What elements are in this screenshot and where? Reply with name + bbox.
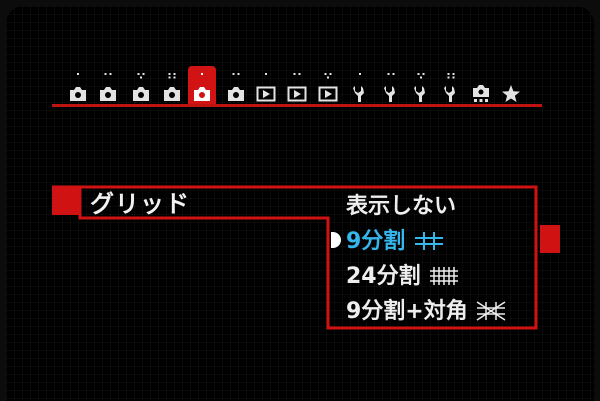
camera-icon [70, 73, 86, 101]
menu-tab-bar [0, 0, 600, 120]
camera-icon [228, 73, 244, 101]
grid-setting-label[interactable]: グリッド [90, 184, 190, 219]
setup-tab-2[interactable] [377, 72, 405, 106]
scroll-indicator [540, 225, 560, 253]
playback-icon [256, 73, 276, 102]
star-icon [502, 85, 520, 102]
grid-options-list: 表示しない 9分割 24分割 9分割+対角 [346, 188, 526, 328]
playback-tab-1[interactable] [252, 72, 280, 106]
playback-icon [287, 73, 307, 102]
tab-underline [52, 104, 542, 107]
option-label: 24分割 [346, 263, 421, 289]
shooting-tab-2[interactable] [94, 72, 122, 106]
camera-icon [164, 73, 180, 101]
wrench-icon [384, 73, 395, 102]
setting-item-marker [52, 187, 80, 215]
shooting-tab-3[interactable] [127, 72, 155, 106]
shooting-tab-4[interactable] [158, 72, 186, 106]
option-grid-9[interactable]: 9分割 [346, 223, 526, 258]
option-grid-diagonal[interactable]: 9分割+対角 [346, 293, 526, 328]
setup-tab-4[interactable] [437, 72, 465, 106]
playback-icon [318, 73, 338, 102]
grid-3x3-icon [414, 232, 443, 250]
option-label: 9分割 [346, 228, 406, 254]
wrench-icon [444, 73, 455, 102]
wrench-icon [353, 73, 364, 102]
camera-icon [194, 73, 210, 101]
option-grid-24[interactable]: 24分割 [346, 258, 526, 293]
camera-icon [100, 73, 116, 101]
option-label: 表示しない [346, 193, 457, 219]
my-menu-tab[interactable] [497, 72, 525, 106]
setup-tab-3[interactable] [407, 72, 435, 106]
playback-tab-3[interactable] [314, 72, 342, 106]
live-view-tab-1[interactable] [188, 66, 216, 106]
wrench-icon [414, 73, 425, 102]
grid-diagonal-icon [477, 301, 506, 321]
playback-tab-2[interactable] [283, 72, 311, 106]
live-view-tab-2[interactable] [222, 72, 250, 106]
option-label: 9分割+対角 [346, 298, 468, 324]
shooting-tab-1[interactable] [64, 72, 92, 106]
custom-camera-icon [473, 85, 489, 102]
custom-function-tab[interactable] [467, 72, 495, 106]
grid-6x4-icon [430, 267, 459, 285]
setup-tab-1[interactable] [346, 72, 374, 106]
option-hide[interactable]: 表示しない [346, 188, 526, 223]
camera-icon [133, 73, 149, 101]
